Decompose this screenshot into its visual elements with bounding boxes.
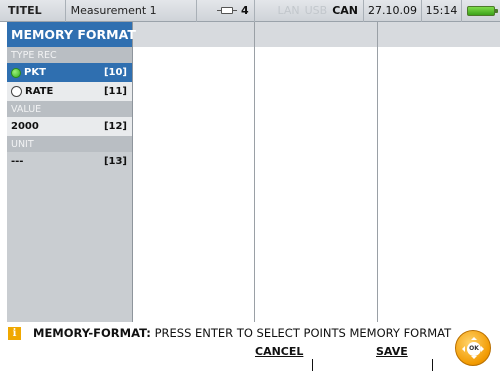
value-field[interactable]: 2000 [12]: [7, 117, 132, 136]
date-display: 27.10.09: [364, 0, 422, 22]
softkey-bracket: [255, 359, 313, 371]
status-bar: TITEL Measurement 1 4 LAN USB CAN 27.10.…: [0, 0, 500, 22]
save-button[interactable]: SAVE: [376, 345, 433, 371]
channel-grid: [133, 22, 500, 322]
device-title: TITEL: [0, 0, 66, 22]
type-rec-label: TYPE REC: [7, 47, 132, 63]
battery-indicator: [462, 0, 500, 22]
bottom-bar: i MEMORY-FORMAT: PRESS ENTER TO SELECT P…: [0, 322, 500, 371]
value-label: VALUE: [7, 101, 132, 117]
arrow-up-icon: [471, 334, 477, 340]
softkey-bracket: [376, 359, 433, 371]
measurement-name: Measurement 1: [66, 0, 197, 22]
grid-divider: [254, 22, 255, 322]
option-key: [10]: [103, 67, 127, 78]
can-indicator: CAN: [332, 4, 358, 17]
arrow-right-icon: [481, 346, 487, 352]
option-pkt[interactable]: PKT [10]: [7, 63, 132, 82]
connection-indicators: LAN USB CAN: [255, 0, 364, 22]
option-rate[interactable]: RATE [11]: [7, 82, 132, 101]
cancel-label: CANCEL: [255, 345, 304, 358]
help-message-text: PRESS ENTER TO SELECT POINTS MEMORY FORM…: [150, 326, 452, 340]
grid-header: [133, 22, 500, 47]
option-key: [11]: [103, 86, 127, 97]
unit-field[interactable]: --- [13]: [7, 152, 132, 171]
lan-indicator: LAN: [277, 4, 300, 17]
option-label: RATE: [25, 86, 54, 97]
unit-text: ---: [11, 156, 24, 167]
channel-indicator: 4: [197, 0, 255, 22]
cancel-button[interactable]: CANCEL: [255, 345, 313, 371]
info-icon: i: [8, 327, 21, 340]
memory-format-panel: MEMORY FORMAT TYPE REC PKT [10] RATE [11…: [7, 22, 136, 322]
value-key: [12]: [103, 121, 127, 132]
unit-label: UNIT: [7, 136, 132, 152]
panel-title: MEMORY FORMAT: [7, 22, 136, 47]
plug-icon: [216, 7, 237, 14]
option-label: PKT: [24, 67, 46, 78]
radio-unselected-icon: [11, 86, 22, 97]
ok-button[interactable]: OK: [455, 330, 491, 366]
grid-divider: [377, 22, 378, 322]
arrow-left-icon: [459, 346, 465, 352]
radio-selected-icon: [11, 67, 21, 78]
unit-key: [13]: [103, 156, 127, 167]
usb-indicator: USB: [304, 4, 328, 17]
channel-count: 4: [240, 4, 249, 17]
battery-icon: [466, 5, 498, 16]
arrow-down-icon: [471, 356, 477, 362]
save-label: SAVE: [376, 345, 408, 358]
ok-label: OK: [467, 342, 481, 356]
help-message: MEMORY-FORMAT: PRESS ENTER TO SELECT POI…: [33, 326, 451, 340]
help-message-title: MEMORY-FORMAT:: [33, 326, 151, 340]
value-text: 2000: [11, 121, 39, 132]
time-display: 15:14: [422, 0, 462, 22]
